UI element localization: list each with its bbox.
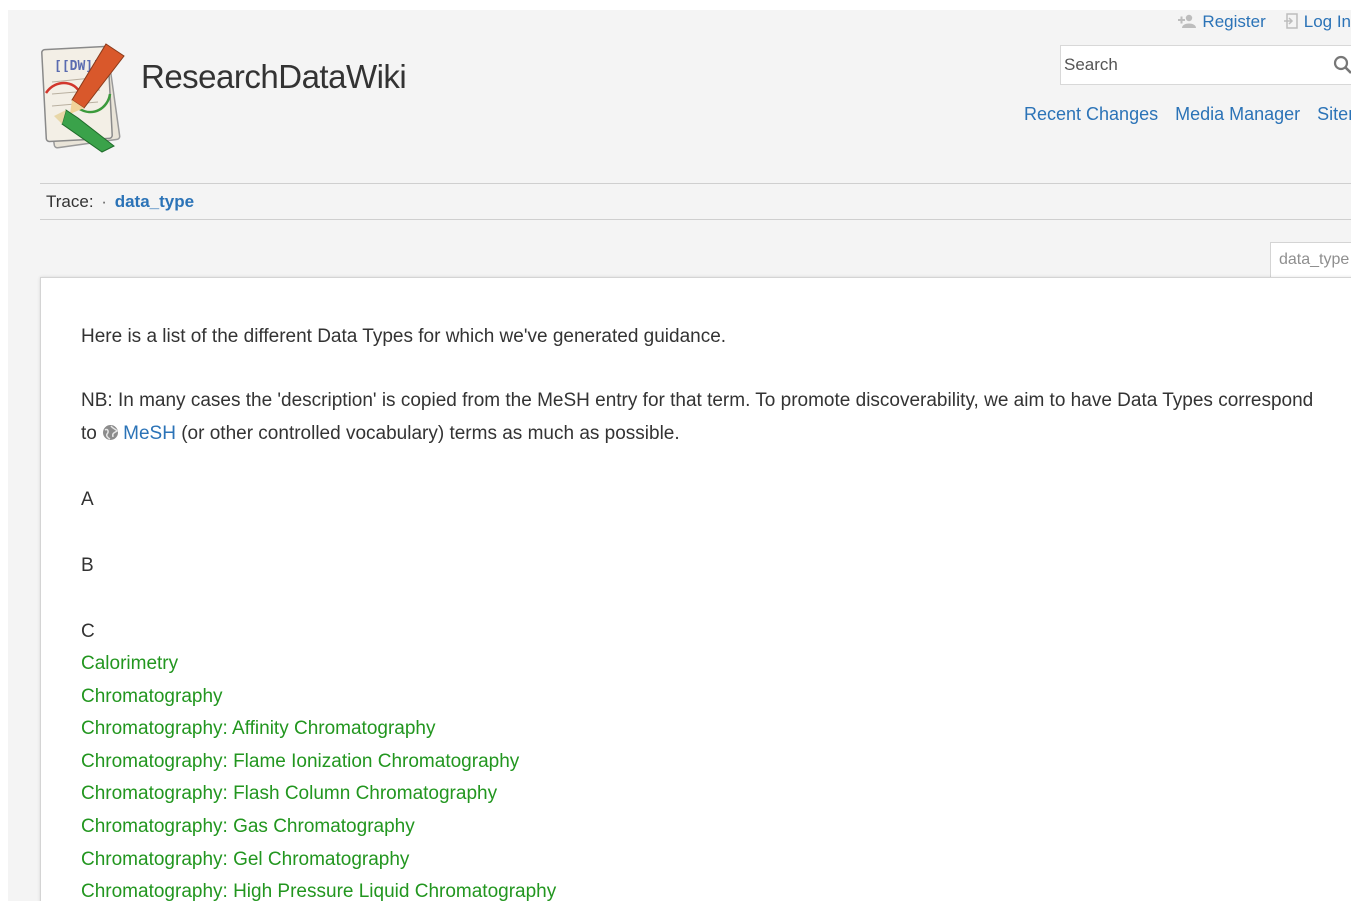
breadcrumb-separator: ·	[101, 192, 107, 211]
nb-text: NB: In many cases the 'description' is c…	[81, 390, 1314, 411]
nb-to: to	[81, 423, 97, 444]
data-type-link[interactable]: Chromatography	[81, 681, 1321, 714]
globe-icon	[103, 425, 119, 440]
page-id-tab: data_type	[1270, 242, 1351, 278]
data-type-link[interactable]: Chromatography: High Pressure Liquid Chr…	[81, 876, 1321, 901]
data-type-link[interactable]: Calorimetry	[81, 648, 1321, 681]
search-input[interactable]	[1061, 46, 1314, 84]
mesh-link[interactable]: MeSH	[102, 423, 176, 444]
data-type-link[interactable]: Chromatography: Gas Chromatography	[81, 811, 1321, 844]
register-icon	[1178, 14, 1197, 31]
data-type-link[interactable]: Chromatography: Flash Column Chromatogra…	[81, 778, 1321, 811]
data-type-link[interactable]: Chromatography: Affinity Chromatography	[81, 713, 1321, 746]
register-link[interactable]: Register	[1178, 12, 1266, 32]
nb-rest: (or other controlled vocabulary) terms a…	[181, 423, 680, 444]
content-body: Here is a list of the different Data Typ…	[81, 320, 1321, 901]
data-type-list-c: Calorimetry Chromatography Chromatograph…	[81, 648, 1321, 901]
dokuwiki-logo-icon[interactable]: [[DW]]	[38, 38, 130, 153]
section-heading-a: A	[81, 489, 94, 510]
data-type-link[interactable]: Chromatography: Flame Ionization Chromat…	[81, 746, 1321, 779]
page-content: Here is a list of the different Data Typ…	[40, 277, 1351, 901]
login-label: Log In	[1303, 12, 1351, 31]
breadcrumb: Trace: · data_type	[46, 192, 194, 212]
login-link[interactable]: Log In	[1283, 12, 1351, 32]
nb-paragraph: NB: In many cases the 'description' is c…	[81, 384, 1321, 450]
data-type-link[interactable]: Chromatography: Gel Chromatography	[81, 844, 1321, 877]
page: [[DW]] ResearchDataWiki Register Log In …	[8, 10, 1351, 901]
user-tools: Register Log In	[1160, 12, 1351, 32]
register-label: Register	[1202, 12, 1266, 31]
header-divider	[40, 183, 1351, 184]
site-title-link[interactable]: ResearchDataWiki	[141, 58, 407, 96]
login-icon	[1283, 12, 1298, 32]
sitemap-link[interactable]: Sitemap	[1317, 104, 1351, 125]
search-icon[interactable]	[1333, 55, 1351, 80]
media-manager-link[interactable]: Media Manager	[1175, 104, 1300, 125]
section-heading-b: B	[81, 555, 94, 576]
breadcrumb-label: Trace:	[46, 192, 94, 211]
breadcrumb-link-data-type[interactable]: data_type	[115, 192, 194, 211]
search-form	[1060, 45, 1351, 85]
section-heading-c: C	[81, 621, 95, 642]
breadcrumb-divider	[40, 219, 1351, 220]
intro-paragraph: Here is a list of the different Data Typ…	[81, 326, 727, 347]
mesh-link-label: MeSH	[123, 423, 176, 444]
site-tools: Recent Changes Media Manager Sitemap	[1024, 104, 1351, 125]
recent-changes-link[interactable]: Recent Changes	[1024, 104, 1158, 125]
